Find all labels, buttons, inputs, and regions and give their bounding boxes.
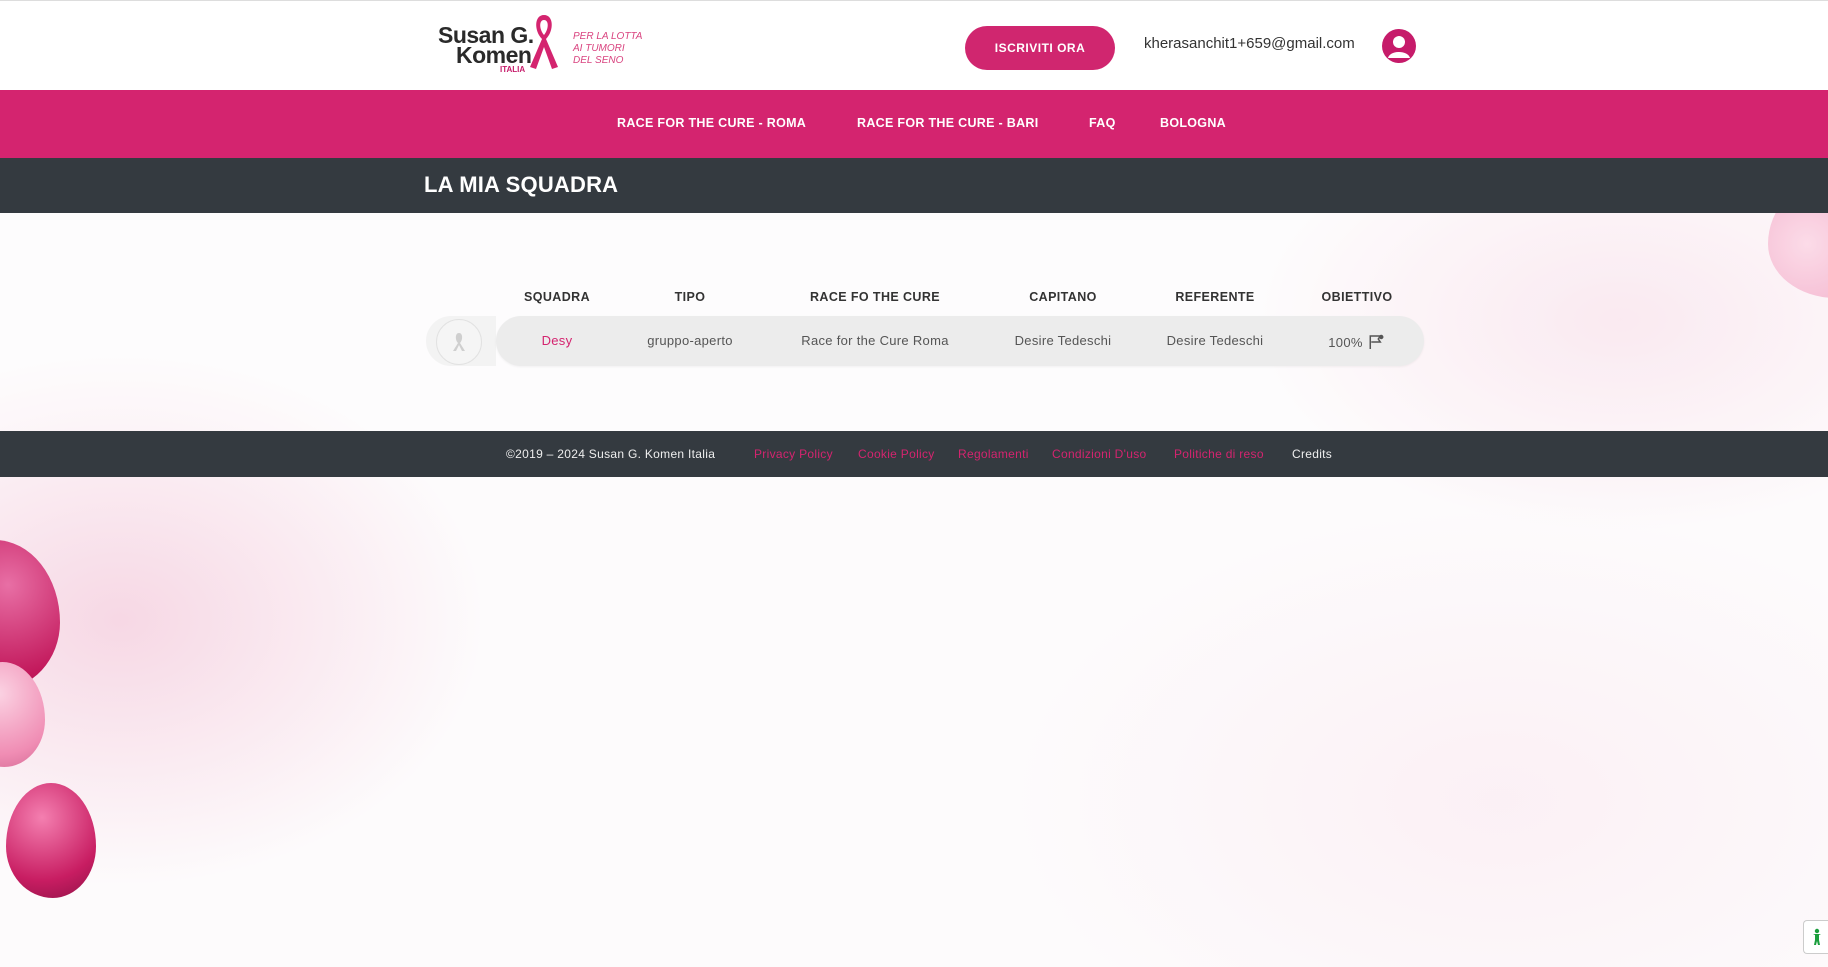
goal-percentage: 100%	[1328, 334, 1363, 350]
cell-referente: Desire Tedeschi	[1166, 333, 1264, 348]
cell-obiettivo: 100%	[1328, 333, 1385, 351]
accessibility-icon[interactable]	[1803, 920, 1828, 954]
cell-tipo: gruppo-aperto	[647, 333, 733, 348]
table-row[interactable]: Desy gruppo-aperto Race for the Cure Rom…	[0, 0, 1828, 967]
ribbon-icon[interactable]	[436, 319, 482, 365]
cell-race: Race for the Cure Roma	[801, 333, 949, 348]
row-background	[496, 316, 1424, 366]
flag-icon[interactable]	[1368, 333, 1386, 351]
cell-squadra[interactable]: Desy	[542, 333, 573, 348]
cell-capitano: Desire Tedeschi	[1014, 333, 1112, 348]
